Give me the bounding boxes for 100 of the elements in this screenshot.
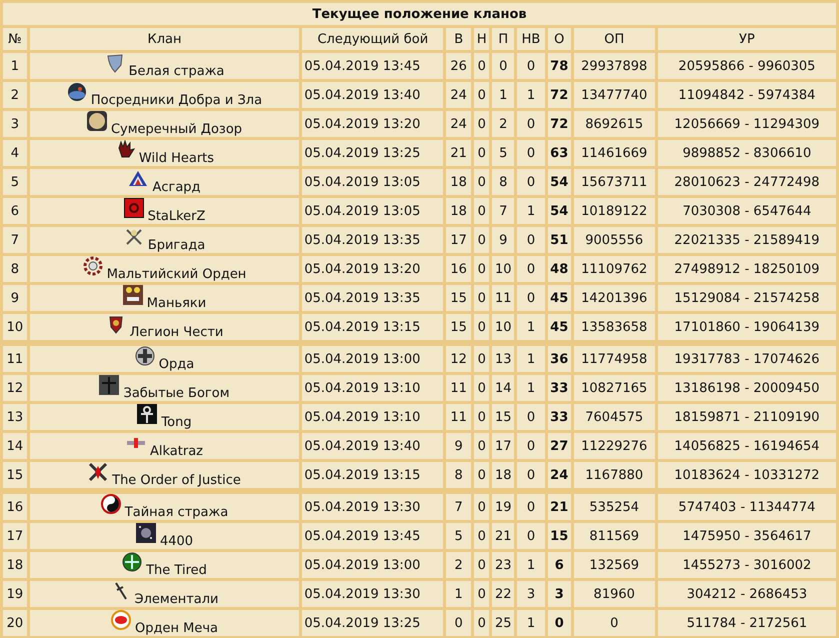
round-cross-icon [122,552,142,572]
clan-name: Сумеречный Дозор [110,121,242,137]
table-cell: 0 [517,140,545,166]
rank-cell: 16 [3,494,27,520]
table-cell: 2 [446,552,472,578]
table-cell: 0 [517,169,545,195]
table-cell: 15 [446,314,472,340]
rank-cell: 11 [3,346,27,372]
date-cell: 05.04.2019 13:15 [302,314,444,340]
date-cell: 05.04.2019 13:25 [302,610,444,636]
clan-name: Alkatraz [150,443,203,459]
table-cell: 11229276 [574,433,655,459]
table-cell: 0 [474,140,490,166]
table-cell: 811569 [574,523,655,549]
clan-name: Легион Чести [130,324,224,340]
table-cell: 1167880 [574,462,655,488]
table-cell: 0 [474,404,490,430]
table-cell: 11 [492,285,514,311]
clan-name: Орда [158,356,194,372]
table-cell: 10183624 - 10331272 [658,462,836,488]
table-cell: 0 [474,494,490,520]
table-cell: 15673711 [574,169,655,195]
points-cell: 54 [548,169,571,195]
cross-circle-icon [134,346,155,366]
table-cell: 25 [492,610,514,636]
table-cell: 22 [492,581,514,607]
clan-name: Маньяки [146,295,206,311]
table-cell: 8692615 [574,111,655,137]
points-cell: 33 [548,375,571,401]
date-cell: 05.04.2019 13:30 [302,581,444,607]
table-cell: 0 [517,462,545,488]
table-cell: 0 [474,375,490,401]
rank-cell: 3 [3,111,27,137]
table-cell: 12056669 - 11294309 [658,111,836,137]
triangle-icon [128,169,148,189]
table-cell: 0 [474,285,490,311]
table-cell: 7 [446,494,472,520]
table-cell: 0 [474,111,490,137]
points-cell: 6 [548,552,571,578]
table-cell: 5747403 - 11344774 [658,494,836,520]
rank-cell: 2 [3,82,27,108]
table-cell: 1 [517,314,545,340]
table-cell: 1 [446,581,472,607]
emblem-icon [111,610,132,630]
points-cell: 27 [548,433,571,459]
table-cell: 5 [492,140,514,166]
date-cell: 05.04.2019 13:40 [302,82,444,108]
clan-name: Белая стража [128,63,224,79]
table-cell: 0 [517,227,545,253]
clan-name: Бригада [148,237,206,253]
coin-icon [86,111,107,131]
points-cell: 45 [548,285,571,311]
clan-name: StaLkerZ [148,208,206,224]
points-cell: 72 [548,82,571,108]
clan-name: Элементали [134,591,218,607]
table-cell: 0 [517,404,545,430]
table-cell: 11 [446,404,472,430]
table-cell: 9005556 [574,227,655,253]
table-cell: 11461669 [574,140,655,166]
date-cell: 05.04.2019 13:40 [302,433,444,459]
table-cell: 0 [474,433,490,459]
table-cell: 12 [446,346,472,372]
wheel-icon [82,256,103,276]
rank-cell: 15 [3,462,27,488]
table-cell: 0 [517,494,545,520]
table-cell: 9898852 - 8306610 [658,140,836,166]
rank-cell: 10 [3,314,27,340]
starfield-icon [136,523,156,543]
column-header: Следующий бой [302,28,444,50]
table-cell: 15129084 - 21574258 [658,285,836,311]
table-cell: 1 [517,82,545,108]
table-cell: 5 [446,523,472,549]
rank-cell: 8 [3,256,27,282]
points-cell: 45 [548,314,571,340]
table-cell: 0 [446,610,472,636]
table-cell: 13186198 - 20009450 [658,375,836,401]
column-header: ОП [574,28,655,50]
table-cell: 28010623 - 24772498 [658,169,836,195]
table-cell: 17 [446,227,472,253]
table-cell: 24 [446,82,472,108]
points-cell: 48 [548,256,571,282]
date-cell: 05.04.2019 13:10 [302,375,444,401]
rank-cell: 20 [3,610,27,636]
table-cell: 8 [446,462,472,488]
table-cell: 0 [474,256,490,282]
rank-cell: 7 [3,227,27,253]
table-cell: 17 [492,433,514,459]
date-cell: 05.04.2019 13:15 [302,462,444,488]
clan-name: Тайная стража [124,504,228,520]
table-cell: 24 [446,111,472,137]
table-cell: 0 [517,523,545,549]
column-header: О [548,28,571,50]
date-cell: 05.04.2019 13:35 [302,285,444,311]
table-cell: 1455273 - 3016002 [658,552,836,578]
table-cell: 0 [474,581,490,607]
table-cell: 0 [474,198,490,224]
table-cell: 0 [517,53,545,79]
table-cell: 1475950 - 3564617 [658,523,836,549]
table-cell: 19317783 - 17074626 [658,346,836,372]
table-cell: 0 [474,346,490,372]
